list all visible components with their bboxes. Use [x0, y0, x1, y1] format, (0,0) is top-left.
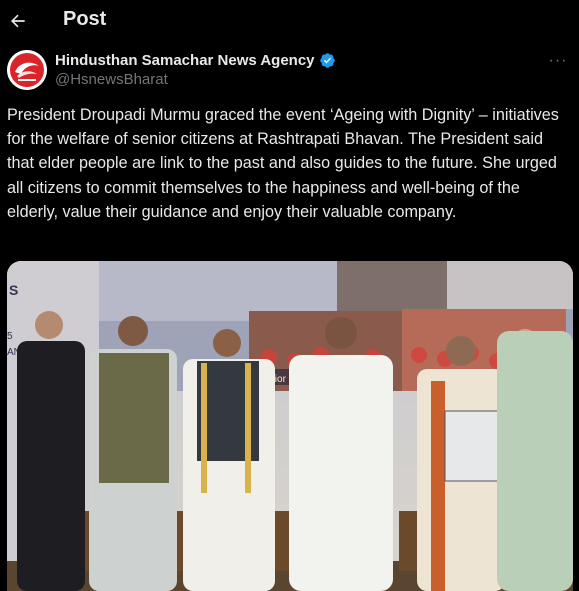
name-row: Hindusthan Samachar News Agency — [55, 52, 336, 69]
verified-badge-icon — [319, 53, 335, 68]
brand-logo-icon — [7, 50, 47, 90]
post-text: President Droupadi Murmu graced the even… — [7, 106, 564, 221]
more-button[interactable]: ··· — [544, 50, 572, 72]
post-author: Hindusthan Samachar News Agency @HsnewsB… — [7, 50, 572, 92]
event-photo-illustration: S 5 AN Senior Ci — [7, 261, 573, 591]
user-handle[interactable]: @HsnewsBharat — [55, 71, 168, 88]
display-name[interactable]: Hindusthan Samachar News Agency — [55, 52, 315, 69]
photo-wall-letter: S — [9, 282, 18, 298]
top-bar: Post — [0, 0, 579, 42]
more-horizontal-icon: ··· — [548, 52, 568, 69]
page-title: Post — [63, 8, 107, 30]
photo-wall-number: 5 — [7, 331, 13, 342]
avatar[interactable] — [7, 50, 47, 90]
post-photo[interactable]: S 5 AN Senior Ci — [7, 261, 573, 591]
back-button[interactable] — [6, 7, 30, 35]
arrow-left-icon — [10, 14, 25, 28]
